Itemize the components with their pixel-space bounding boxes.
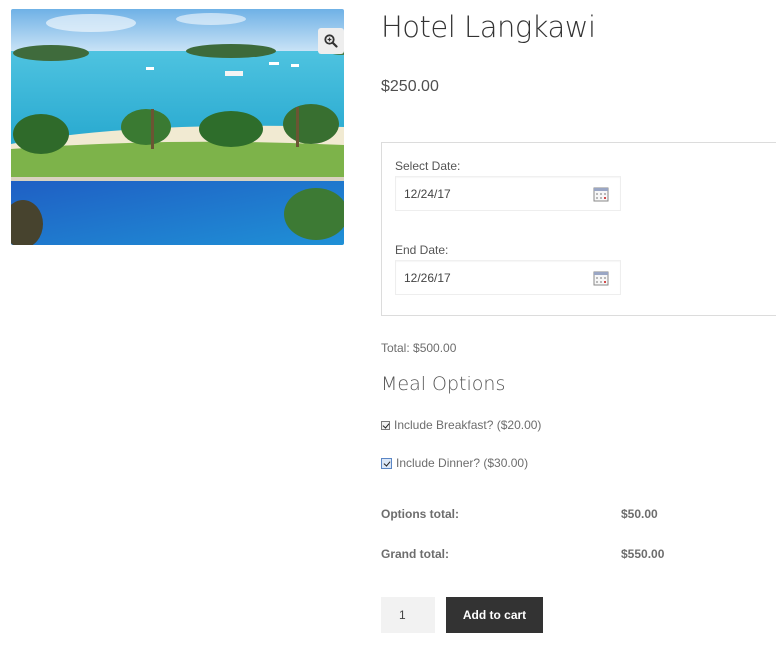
- options-total-label: Options total:: [381, 507, 459, 521]
- breakfast-option[interactable]: Include Breakfast? ($20.00): [381, 418, 541, 432]
- end-date-value: 12/26/17: [404, 270, 451, 285]
- start-date-label: Select Date:: [395, 159, 461, 173]
- options-total-value: $50.00: [621, 507, 658, 521]
- product-price: $250.00: [381, 78, 439, 95]
- dinner-checkbox[interactable]: [381, 457, 392, 469]
- zoom-in-icon: [324, 34, 338, 48]
- booking-form: Select Date: 12/24/17 End Date: 12/26/17: [381, 142, 776, 316]
- meal-options-heading: Meal Options: [381, 373, 506, 395]
- quantity-input[interactable]: 1: [381, 597, 435, 633]
- add-to-cart-button[interactable]: Add to cart: [446, 597, 543, 633]
- dinner-label: Include Dinner? ($30.00): [396, 456, 529, 470]
- product-photo: [11, 9, 344, 245]
- calendar-icon[interactable]: [593, 270, 609, 286]
- calendar-icon[interactable]: [593, 186, 609, 202]
- end-date-label: End Date:: [395, 243, 449, 257]
- end-date-input[interactable]: 12/26/17: [395, 260, 621, 295]
- grand-total-label: Grand total:: [381, 547, 449, 561]
- start-date-input[interactable]: 12/24/17: [395, 176, 621, 211]
- dinner-option[interactable]: Include Dinner? ($30.00): [381, 456, 528, 470]
- product-image[interactable]: [11, 9, 344, 245]
- grand-total-value: $550.00: [621, 547, 665, 561]
- start-date-value: 12/24/17: [404, 186, 451, 201]
- breakfast-checkbox[interactable]: [381, 420, 390, 430]
- product-title: Hotel Langkawi: [381, 10, 596, 44]
- booking-total: Total: $500.00: [381, 341, 457, 355]
- breakfast-label: Include Breakfast? ($20.00): [394, 418, 542, 432]
- zoom-button[interactable]: [318, 28, 344, 54]
